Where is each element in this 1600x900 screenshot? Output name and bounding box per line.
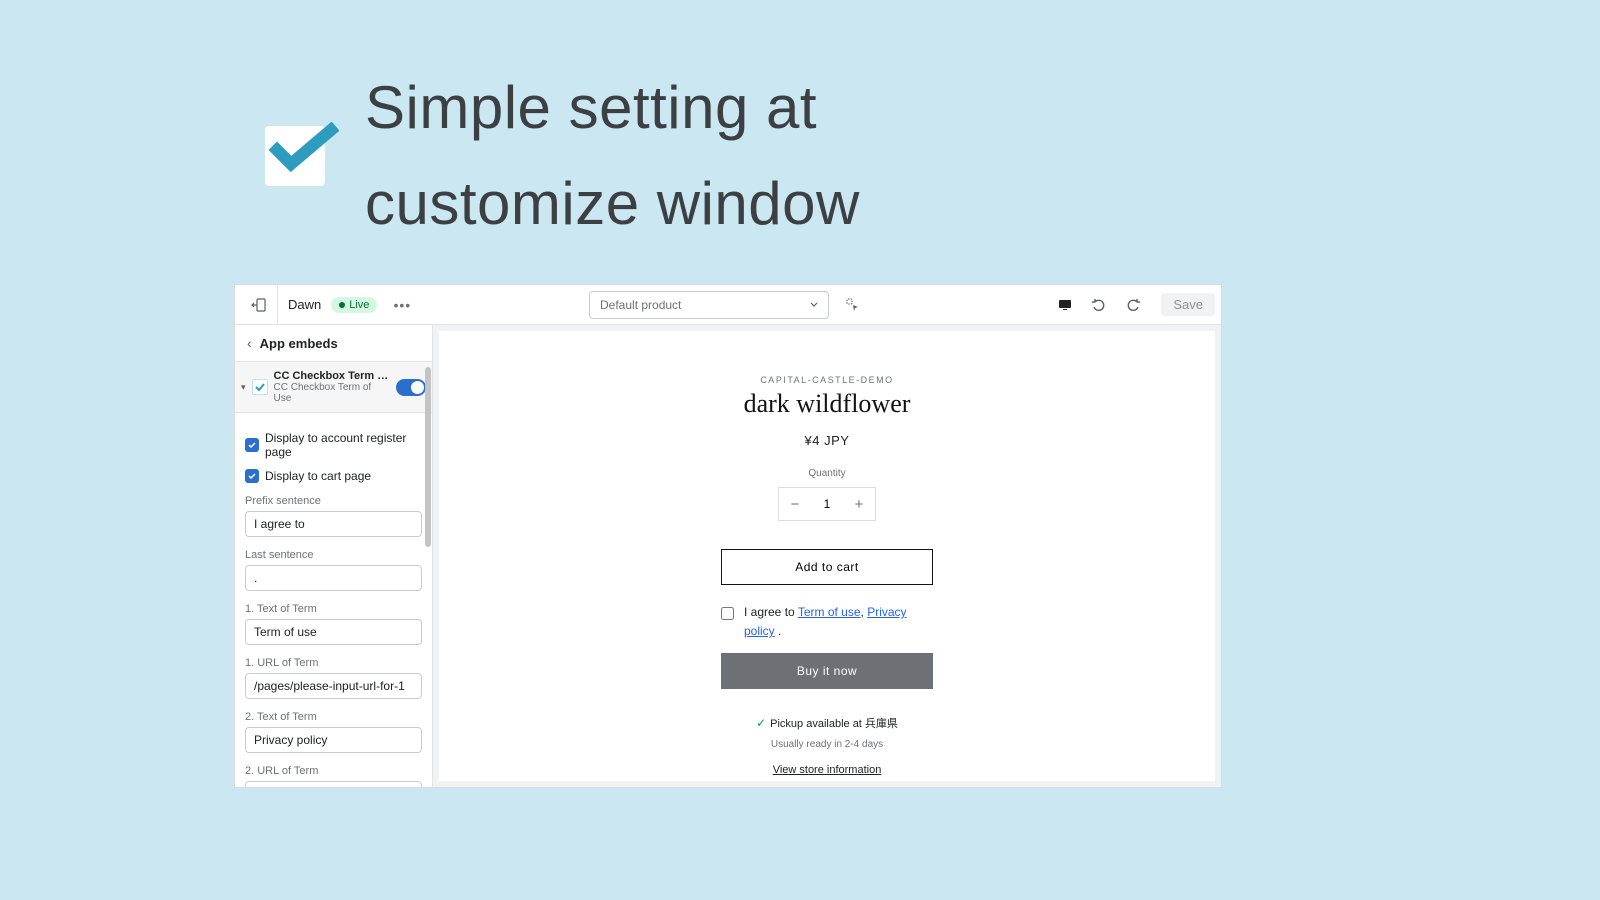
term1-url-input[interactable]	[245, 673, 422, 699]
product-vendor: CAPITAL-CASTLE-DEMO	[760, 375, 893, 385]
enable-toggle[interactable]	[396, 379, 426, 396]
agree-checkbox[interactable]	[721, 607, 734, 620]
topbar: Dawn Live ••• Default product Save	[235, 285, 1221, 325]
chevron-down-icon	[810, 301, 818, 309]
sidebar-scrollbar[interactable]	[424, 365, 432, 787]
caret-down-icon: ▾	[241, 382, 246, 393]
pickup-availability: ✓ Pickup available at 兵庫県	[756, 715, 898, 731]
checkbox-cart-page[interactable]: Display to cart page	[245, 469, 422, 483]
hero-banner: Simple setting at customize window	[265, 60, 860, 252]
theme-editor-window: Dawn Live ••• Default product Save	[234, 284, 1222, 788]
back-icon[interactable]: ‹	[247, 335, 252, 351]
checkbox-register-page[interactable]: Display to account register page	[245, 431, 422, 459]
field-label: 1. Text of Term	[245, 603, 422, 615]
last-sentence-input[interactable]	[245, 565, 422, 591]
live-badge: Live	[331, 297, 377, 313]
prefix-sentence-input[interactable]	[245, 511, 422, 537]
field-label: 1. URL of Term	[245, 657, 422, 669]
product-title: dark wildflower	[744, 389, 911, 419]
checkmark-icon	[265, 126, 325, 186]
quantity-label: Quantity	[808, 468, 845, 479]
term2-url-input[interactable]	[245, 781, 422, 787]
agree-text: I agree to Term of use, Privacy policy .	[744, 603, 933, 641]
redo-button[interactable]	[1119, 291, 1147, 319]
desktop-view-button[interactable]	[1051, 291, 1079, 319]
exit-button[interactable]	[241, 289, 277, 321]
theme-name: Dawn	[278, 297, 331, 312]
more-button[interactable]: •••	[387, 293, 417, 317]
save-button[interactable]: Save	[1161, 293, 1215, 316]
add-to-cart-button[interactable]: Add to cart	[721, 549, 933, 585]
settings-sidebar: ‹ App embeds ▾ CC Checkbox Term of... CC…	[235, 325, 433, 787]
quantity-increase-button[interactable]: +	[843, 488, 875, 520]
hero-title: Simple setting at customize window	[365, 60, 860, 252]
term2-text-input[interactable]	[245, 727, 422, 753]
term-of-use-link[interactable]: Term of use	[798, 605, 861, 619]
undo-button[interactable]	[1085, 291, 1113, 319]
field-label: Prefix sentence	[245, 495, 422, 507]
quantity-value: 1	[811, 497, 843, 511]
check-icon: ✓	[756, 716, 766, 730]
quantity-decrease-button[interactable]: −	[779, 488, 811, 520]
buy-it-now-button[interactable]: Buy it now	[721, 653, 933, 689]
agree-terms-row: I agree to Term of use, Privacy policy .	[721, 603, 933, 641]
inspector-button[interactable]	[839, 291, 867, 319]
field-label: 2. URL of Term	[245, 765, 422, 777]
sidebar-header[interactable]: ‹ App embeds	[235, 325, 432, 362]
field-label: Last sentence	[245, 549, 422, 561]
app-embed-row[interactable]: ▾ CC Checkbox Term of... CC Checkbox Ter…	[235, 362, 432, 413]
term1-text-input[interactable]	[245, 619, 422, 645]
store-info-link[interactable]: View store information	[773, 764, 882, 776]
field-label: 2. Text of Term	[245, 711, 422, 723]
template-select[interactable]: Default product	[589, 291, 829, 319]
quantity-stepper: − 1 +	[778, 487, 876, 521]
product-price: ¥4 JPY	[805, 433, 850, 448]
ready-text: Usually ready in 2-4 days	[771, 739, 883, 750]
preview-pane: CAPITAL-CASTLE-DEMO dark wildflower ¥4 J…	[439, 331, 1215, 781]
app-icon	[252, 379, 268, 395]
